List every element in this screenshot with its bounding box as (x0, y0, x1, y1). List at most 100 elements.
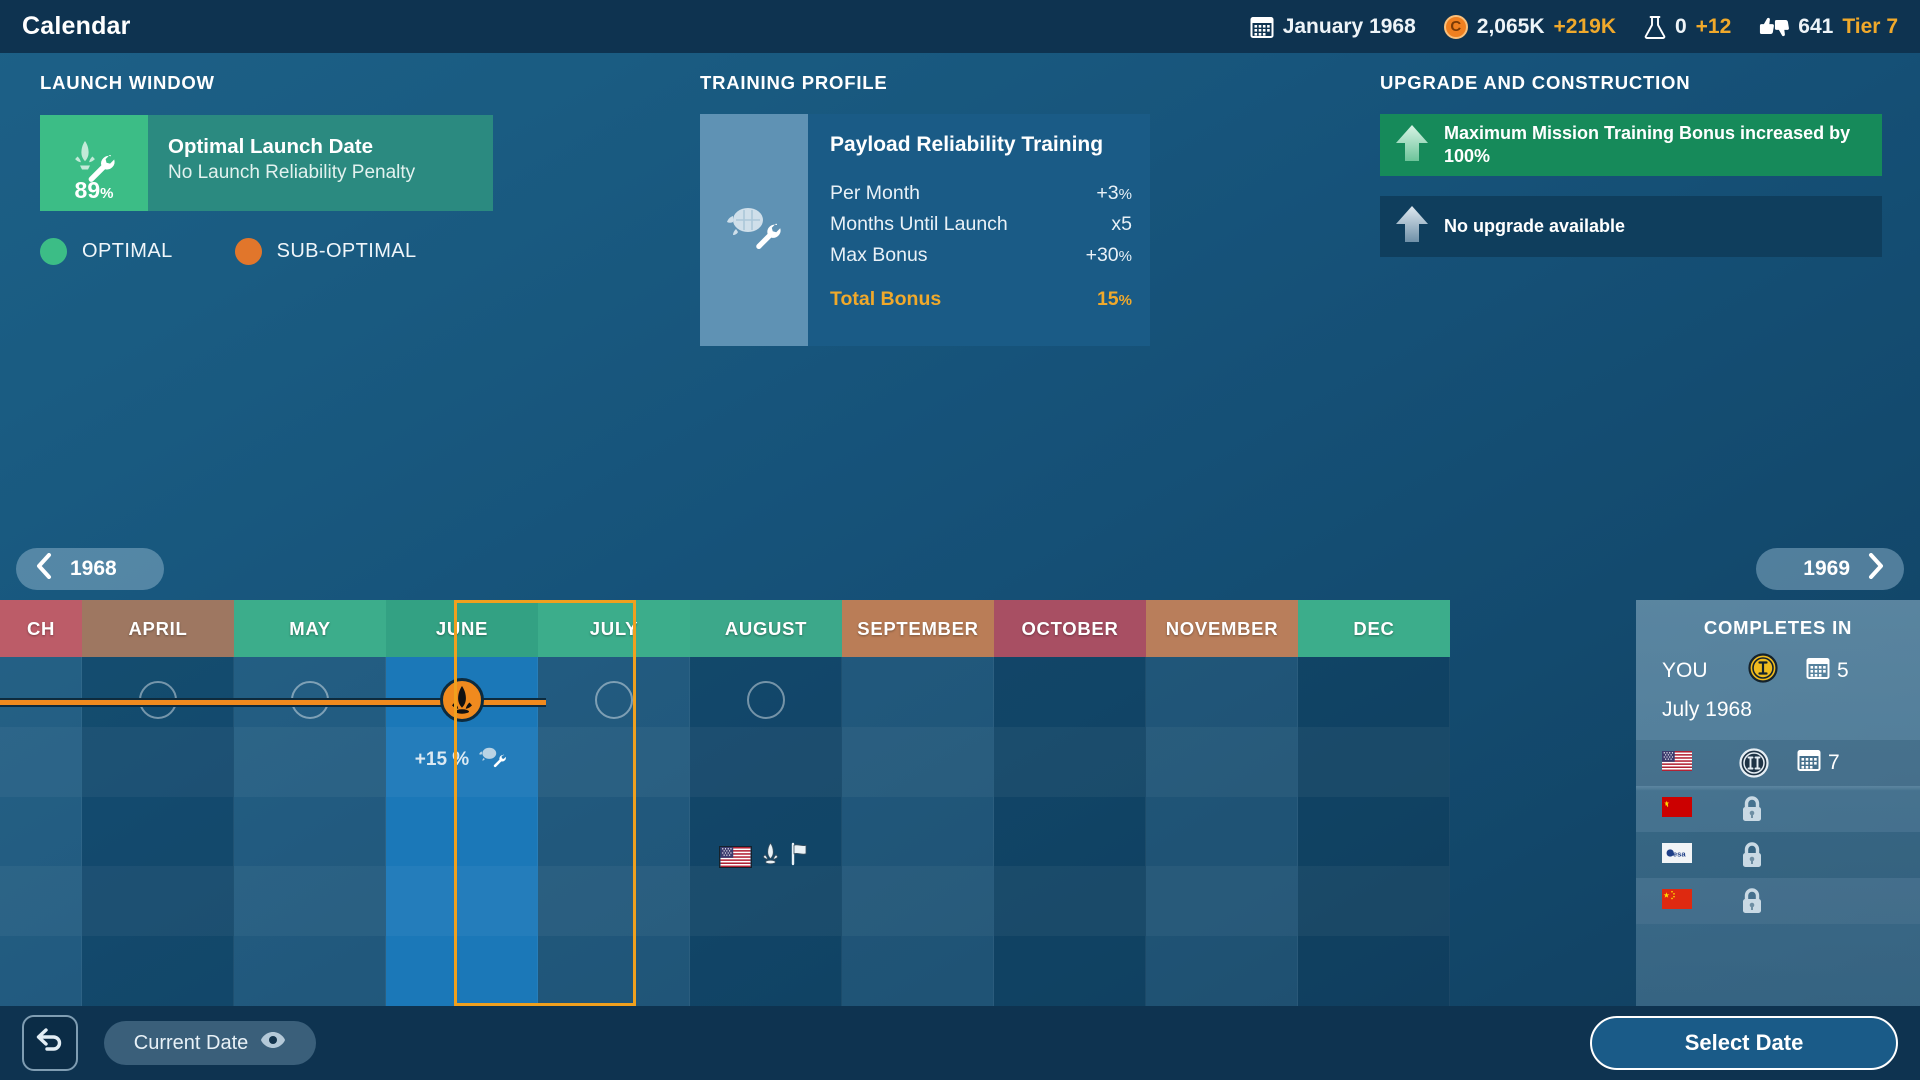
roman-two-badge-icon (1739, 748, 1797, 778)
legend-label-suboptimal: SUB-OPTIMAL (276, 240, 417, 262)
training-profile-title: TRAINING PROFILE (700, 72, 888, 93)
calendar-icon (1797, 748, 1821, 778)
upgrade-item-active[interactable]: Maximum Mission Training Bonus increased… (1380, 114, 1882, 177)
table-row: Max Bonus +30% (830, 240, 1132, 271)
rocket-marker-icon[interactable] (439, 678, 484, 722)
total-value: 15% (1096, 288, 1132, 310)
month-header-may[interactable]: MAY (234, 600, 386, 657)
month-header-december[interactable]: DEC (1298, 600, 1450, 657)
month-header-october[interactable]: OCTOBER (994, 600, 1146, 657)
select-date-button-label: Select Date (1684, 1030, 1804, 1055)
list-item[interactable]: 7 (1636, 740, 1920, 786)
completes-in-panel: COMPLETES IN YOU 5 July 1968 7 esa (1636, 600, 1920, 1006)
month-column-july[interactable] (538, 657, 690, 1006)
calendar-icon (1806, 656, 1830, 686)
calendar-icon (1250, 15, 1274, 39)
prev-year-button[interactable]: 1968 (16, 548, 164, 590)
esa-flag-icon: esa (1662, 842, 1739, 868)
you-completes-months: 5 (1806, 656, 1849, 686)
thumbs-icon (1759, 16, 1790, 38)
science-delta: +12 (1695, 14, 1732, 38)
current-date-button[interactable]: Current Date (104, 1021, 316, 1065)
back-button[interactable] (22, 1015, 78, 1071)
eye-icon (260, 1031, 286, 1055)
select-date-button[interactable]: Select Date (1590, 1016, 1898, 1070)
month-column-december[interactable] (1298, 657, 1450, 1006)
calendar-timeline[interactable]: CH APRIL MAY JUNE JULY AUGUST SEPTEMBER … (0, 600, 1920, 1006)
total-label: Total Bonus (830, 288, 942, 310)
svg-text:esa: esa (1673, 849, 1686, 858)
upgrade-construction-title: UPGRADE AND CONSTRUCTION (1380, 72, 1691, 93)
training-bonus-tag: +15 % (386, 745, 537, 775)
stat-science: 0 +12 (1644, 15, 1731, 39)
us-flag-icon (1662, 750, 1739, 776)
table-row: Per Month +3% (830, 178, 1132, 209)
flag-icon (789, 842, 813, 871)
month-column-october[interactable] (994, 657, 1146, 1006)
month-header-july[interactable]: JULY (538, 600, 690, 657)
list-item[interactable] (1636, 878, 1920, 924)
lock-icon (1739, 794, 1797, 824)
roman-one-badge-icon (1748, 653, 1778, 688)
page-title: Calendar (22, 12, 131, 40)
month-header-november[interactable]: NOVEMBER (1146, 600, 1298, 657)
science-value: 0 (1674, 14, 1687, 38)
month-column-may[interactable] (234, 657, 386, 1006)
month-header-june[interactable]: JUNE (386, 600, 538, 657)
training-profile-card: Payload Reliability Training Per Month +… (700, 114, 1150, 346)
launch-slot-circle[interactable] (746, 681, 785, 719)
month-column-september[interactable] (842, 657, 994, 1006)
header-stats: January 1968 C 2,065K +219K 0 +12 641 Ti… (1250, 14, 1898, 39)
row-value: x5 (1111, 213, 1132, 235)
month-column-march[interactable] (0, 657, 82, 1006)
year-navigation: 1968 1969 (0, 548, 1920, 600)
capsule-wrench-icon (722, 202, 786, 259)
capsule-wrench-icon (478, 745, 508, 775)
ussr-flag-icon (1662, 796, 1739, 822)
list-item[interactable]: esa (1636, 832, 1920, 878)
launch-window-badge: 89% (40, 115, 148, 211)
row-value: +3% (1096, 182, 1132, 204)
current-date-value: January 1968 (1282, 14, 1416, 38)
table-row: Months Until Launch x5 (830, 209, 1132, 240)
legend-item-optimal: OPTIMAL (40, 238, 173, 265)
month-header-april[interactable]: APRIL (82, 600, 234, 657)
upgrade-item-inactive[interactable]: No upgrade available (1380, 196, 1882, 258)
rival-list: 7 esa (1636, 740, 1920, 924)
training-profile-rows: Per Month +3% Months Until Launch x5 Max… (830, 178, 1132, 271)
lock-icon (1739, 886, 1797, 916)
funds-value: 2,065K (1476, 14, 1545, 38)
training-profile-thumb (700, 114, 808, 346)
list-item[interactable] (1636, 786, 1920, 832)
launch-window-percent: 89% (74, 177, 114, 203)
stat-date: January 1968 (1250, 15, 1416, 39)
upgrade-item-text: No upgrade available (1444, 216, 1626, 237)
month-header-september[interactable]: SEPTEMBER (842, 600, 994, 657)
upgrade-item-text: Maximum Mission Training Bonus increased… (1444, 123, 1851, 167)
month-column-april[interactable] (82, 657, 234, 1006)
month-column-june[interactable]: +15 % (386, 657, 538, 1006)
top-bar: Calendar January 1968 C 2,065K +219K 0 +… (0, 0, 1920, 53)
month-header-august[interactable]: AUGUST (690, 600, 842, 657)
legend-dot-suboptimal (234, 238, 262, 265)
calendar-grid: +15 % (0, 657, 1920, 1006)
month-column-august[interactable] (690, 657, 842, 1006)
prev-year-label: 1968 (70, 557, 117, 580)
completes-in-title: COMPLETES IN (1703, 617, 1853, 638)
mission-event-tag[interactable] (690, 841, 841, 871)
completes-in-you-row: YOU 5 (1636, 639, 1920, 688)
training-profile-name: Payload Reliability Training (830, 133, 1104, 156)
month-header-march[interactable]: CH (0, 600, 82, 657)
reputation-value: 641 (1798, 14, 1834, 38)
launch-window-card: 89% Optimal Launch Date No Launch Reliab… (40, 115, 493, 211)
back-arrow-icon (34, 1026, 66, 1061)
current-date-button-label: Current Date (133, 1031, 249, 1054)
chevron-left-icon (36, 553, 52, 585)
training-profile-body: Payload Reliability Training Per Month +… (808, 114, 1150, 346)
next-year-button[interactable]: 1969 (1756, 548, 1904, 590)
row-label: Months Until Launch (830, 213, 1008, 235)
month-column-november[interactable] (1146, 657, 1298, 1006)
rival-months-value: 7 (1828, 751, 1840, 774)
row-label: Per Month (830, 182, 920, 204)
launch-slot-circle[interactable] (594, 681, 633, 719)
